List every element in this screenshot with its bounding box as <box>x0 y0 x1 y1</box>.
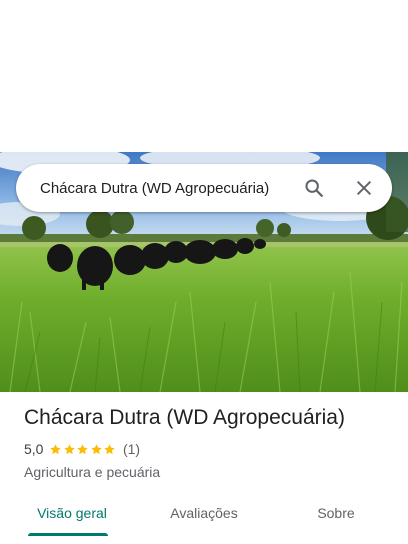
reviews-count[interactable]: (1) <box>123 441 140 457</box>
star-icon <box>64 443 75 454</box>
star-icon <box>104 443 116 454</box>
close-button[interactable] <box>344 168 384 208</box>
star-icon <box>77 443 89 454</box>
star-icon <box>91 443 102 454</box>
place-category[interactable]: Agricultura e pecuária <box>24 462 392 482</box>
tab-about[interactable]: Sobre <box>264 494 408 538</box>
place-page: Chácara Dutra (WD Agropecuária) Chácara … <box>0 0 408 544</box>
tab-reviews[interactable]: Avaliações <box>144 494 264 538</box>
tab-about-label: Sobre <box>317 505 355 521</box>
tab-overview-label: Visão geral <box>37 505 107 521</box>
active-tab-indicator <box>28 533 108 536</box>
place-info: Chácara Dutra (WD Agropecuária) 5,0 (1) … <box>24 404 392 482</box>
tab-reviews-label: Avaliações <box>170 505 238 521</box>
place-title: Chácara Dutra (WD Agropecuária) <box>24 406 345 429</box>
rating-value: 5,0 <box>24 441 44 457</box>
search-icon <box>305 179 323 197</box>
close-icon <box>357 181 371 195</box>
star-icon <box>50 443 62 454</box>
tab-overview[interactable]: Visão geral <box>0 494 144 538</box>
tab-bar: Visão geral Avaliações Sobre <box>0 494 408 538</box>
rating-row[interactable]: 5,0 (1) <box>24 440 392 458</box>
search-bar[interactable]: Chácara Dutra (WD Agropecuária) <box>16 164 392 212</box>
search-button[interactable] <box>294 168 334 208</box>
search-input[interactable]: Chácara Dutra (WD Agropecuária) <box>40 180 294 197</box>
star-rating <box>49 443 117 456</box>
